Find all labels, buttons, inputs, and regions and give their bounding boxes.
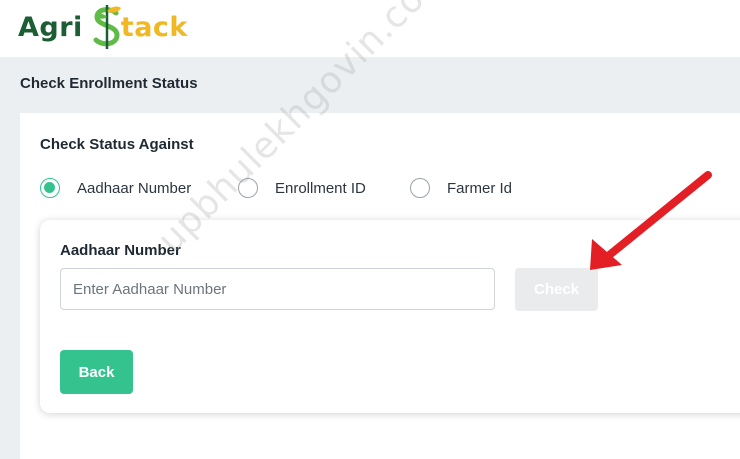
logo-s-sprout-icon	[93, 5, 121, 49]
agristack-logo[interactable]: Agri tack	[18, 2, 188, 52]
radio-label-enrollment-id: Enrollment ID	[275, 179, 366, 197]
back-button[interactable]: Back	[60, 350, 133, 394]
logo-text-tack: tack	[120, 11, 188, 43]
radio-label-aadhaar: Aadhaar Number	[77, 179, 192, 197]
aadhaar-number-input[interactable]	[60, 268, 495, 310]
radio-option-farmer-id[interactable]: Farmer Id	[410, 176, 512, 200]
page-title: Check Enrollment Status	[20, 75, 198, 92]
radio-farmer-id[interactable]	[410, 178, 430, 198]
radio-option-aadhaar[interactable]: Aadhaar Number	[40, 176, 191, 200]
radio-aadhaar-checked[interactable]	[40, 178, 60, 198]
logo-text-agri: Agri	[18, 11, 83, 43]
radio-enrollment-id[interactable]	[238, 178, 258, 198]
radio-option-enrollment-id[interactable]: Enrollment ID	[238, 176, 366, 200]
aadhaar-field-label: Aadhaar Number	[60, 242, 181, 259]
check-button[interactable]: Check	[515, 268, 598, 311]
check-status-heading: Check Status Against	[40, 136, 194, 153]
radio-label-farmer-id: Farmer Id	[447, 179, 513, 197]
header: Agri tack	[0, 0, 740, 57]
